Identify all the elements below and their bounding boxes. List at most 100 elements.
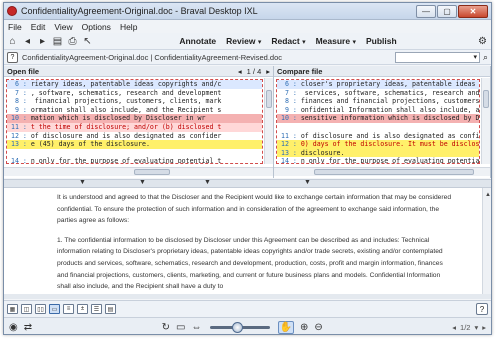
line-number: 12 : bbox=[7, 131, 31, 140]
scroll-thumb[interactable] bbox=[483, 90, 489, 108]
splitter-arrow-icon[interactable]: ▼ bbox=[204, 179, 211, 186]
help-button[interactable]: ? bbox=[7, 51, 18, 63]
overlay-icon[interactable]: ▭ bbox=[49, 304, 60, 314]
open-file-text[interactable]: 6 : rietary ideas, patentable ideas copy… bbox=[6, 79, 263, 164]
annotate-menu[interactable]: Annotate bbox=[179, 36, 216, 46]
minimize-button[interactable]: — bbox=[416, 4, 436, 18]
chevron-down-icon: ▾ bbox=[257, 39, 262, 46]
line-text: sensitive information which is disclosed… bbox=[300, 114, 479, 123]
side-by-side-icon[interactable]: ▯▯ bbox=[35, 304, 46, 314]
splitter-arrow-icon[interactable]: ▼ bbox=[79, 179, 86, 186]
fit-page-icon[interactable]: ▭ bbox=[176, 322, 185, 333]
search-icon[interactable]: ⌕ bbox=[483, 52, 488, 63]
line-number: 10 : bbox=[7, 114, 31, 123]
line-number: 8 : bbox=[7, 97, 31, 106]
scroll-thumb[interactable] bbox=[266, 90, 272, 108]
list-icon[interactable]: ☰ bbox=[91, 304, 102, 314]
file-path-text: ConfidentialityAgreement-Original.doc | … bbox=[22, 52, 282, 62]
line-text: n only for the purpose of evaluating pot… bbox=[30, 157, 222, 164]
compare-file-hscroll[interactable] bbox=[274, 167, 490, 176]
code-line: 11 : of disclosure and is also designate… bbox=[277, 132, 479, 141]
forward-icon[interactable]: ▸ bbox=[37, 36, 48, 47]
menu-view[interactable]: View bbox=[54, 22, 72, 32]
line-text: mation which is disclosed by Discloser i… bbox=[30, 114, 206, 123]
scroll-up-icon[interactable]: ▲ bbox=[485, 192, 491, 198]
scroll-thumb[interactable] bbox=[134, 169, 170, 175]
line-number: 11 : bbox=[277, 131, 301, 140]
close-button[interactable]: ✕ bbox=[458, 4, 488, 18]
main-toolbar: ⌂ ◂ ▸ ▤ ⎙ ↖ Annotate Review ▾ Redact ▾ M… bbox=[4, 33, 491, 50]
title-bar: ConfidentialityAgreement-Original.doc - … bbox=[4, 3, 491, 20]
chevron-down-icon[interactable]: ▾ bbox=[474, 323, 478, 332]
splitter-bar[interactable]: ▼ ▼ ▼ ▼ bbox=[4, 179, 491, 188]
layout-split-icon[interactable]: ◫ bbox=[21, 304, 32, 314]
line-text: services, software, schematics, research… bbox=[300, 88, 479, 97]
open-folder-icon[interactable]: ⌂ bbox=[7, 36, 18, 47]
sync-icon[interactable]: ⇄ bbox=[24, 322, 32, 333]
menu-options[interactable]: Options bbox=[82, 22, 111, 32]
code-line: 12 : 0) days of the disclosure. It must … bbox=[277, 140, 479, 149]
settings-icon[interactable]: ⚙ bbox=[477, 36, 488, 47]
pan-tool-icon[interactable]: ✋ bbox=[277, 320, 294, 334]
line-number: 13 : bbox=[7, 140, 31, 149]
splitter-arrow-icon[interactable]: ▼ bbox=[304, 179, 311, 186]
line-text: of disclosure and is also designated as … bbox=[30, 131, 222, 140]
document-paragraph: 1. The confidential information to be di… bbox=[57, 236, 443, 291]
open-file-hscroll[interactable] bbox=[4, 167, 273, 176]
eye-icon[interactable]: ◉ bbox=[9, 322, 18, 333]
menu-help[interactable]: Help bbox=[120, 22, 137, 32]
line-text: rietary ideas, patentable ideas copyrigh… bbox=[30, 80, 222, 88]
next-page-icon[interactable]: ▸ bbox=[266, 67, 270, 76]
splitter-arrow-icon[interactable]: ▼ bbox=[139, 179, 146, 186]
page-counter: 1 / 4 bbox=[246, 66, 262, 76]
document-hscroll[interactable] bbox=[4, 294, 491, 299]
compare-file-text[interactable]: 6 : closer's proprietary ideas, patentab… bbox=[276, 79, 480, 164]
prev-page-icon[interactable]: ◂ bbox=[238, 67, 242, 76]
review-label: Review bbox=[226, 36, 256, 46]
diff-icon[interactable]: ± bbox=[77, 304, 88, 314]
zoom-slider-knob[interactable] bbox=[231, 321, 243, 333]
print-icon[interactable]: ⎙ bbox=[67, 36, 78, 47]
line-text: closer's proprietary ideas, patentable i… bbox=[300, 80, 479, 88]
line-number: 13 : bbox=[277, 148, 301, 157]
help-icon[interactable]: ? bbox=[476, 303, 488, 315]
redact-menu[interactable]: Redact ▾ bbox=[271, 36, 305, 46]
grid-icon[interactable]: ▤ bbox=[105, 304, 116, 314]
document-icon[interactable]: ▤ bbox=[52, 36, 63, 47]
prev-page-icon[interactable]: ◂ bbox=[452, 323, 456, 332]
maximize-button[interactable]: ▢ bbox=[437, 4, 457, 18]
line-number: 6 : bbox=[277, 80, 301, 88]
fit-width-icon[interactable]: ⇔ bbox=[192, 322, 202, 333]
rotate-icon[interactable]: ↻ bbox=[162, 322, 170, 333]
compare-file-vscroll[interactable] bbox=[481, 78, 490, 164]
zoom-in-icon[interactable]: ⊕ bbox=[300, 322, 308, 333]
code-line: 11 : t the time of disclosure; and/or (b… bbox=[7, 122, 262, 132]
menu-file[interactable]: File bbox=[8, 22, 22, 32]
line-text: of disclosure and is also designated as … bbox=[300, 131, 479, 140]
code-line: 10 : sensitive information which is disc… bbox=[277, 114, 479, 123]
document-vscroll[interactable]: ▲ bbox=[482, 188, 491, 294]
search-input[interactable]: ▾ bbox=[394, 51, 480, 63]
pointer-icon[interactable]: ↖ bbox=[82, 36, 93, 47]
measure-menu[interactable]: Measure ▾ bbox=[316, 36, 356, 46]
review-menu[interactable]: Review ▾ bbox=[226, 36, 261, 46]
view-toolbar: ▦ ◫ ▯▯ ▭ ≡ ± ☰ ▤ ? bbox=[4, 300, 491, 317]
open-file-pane: Open file ◂ 1 / 4 ▸ 6 : rietary ideas, p… bbox=[4, 66, 274, 178]
compare-panes: Open file ◂ 1 / 4 ▸ 6 : rietary ideas, p… bbox=[4, 66, 491, 178]
back-icon[interactable]: ◂ bbox=[22, 36, 33, 47]
code-line: 6 : rietary ideas, patentable ideas copy… bbox=[7, 80, 262, 89]
document-view[interactable]: It is understood and agreed to that the … bbox=[4, 188, 482, 294]
line-number: 9 : bbox=[277, 105, 301, 114]
code-line: 7 : , software, schematics, research and… bbox=[7, 89, 262, 98]
zoom-slider[interactable] bbox=[209, 321, 270, 333]
menu-edit[interactable]: Edit bbox=[31, 22, 46, 32]
zoom-out-icon[interactable]: ⊖ bbox=[314, 322, 322, 333]
next-page-icon[interactable]: ▸ bbox=[482, 323, 486, 332]
open-file-vscroll[interactable] bbox=[264, 78, 273, 164]
publish-menu[interactable]: Publish bbox=[366, 36, 397, 46]
text-compare-icon[interactable]: ≡ bbox=[63, 304, 74, 314]
scroll-thumb[interactable] bbox=[314, 169, 474, 175]
layout-icon[interactable]: ▦ bbox=[7, 304, 18, 314]
code-line: 8 : finances and financial projections, … bbox=[277, 97, 479, 106]
measure-label: Measure bbox=[315, 36, 351, 46]
